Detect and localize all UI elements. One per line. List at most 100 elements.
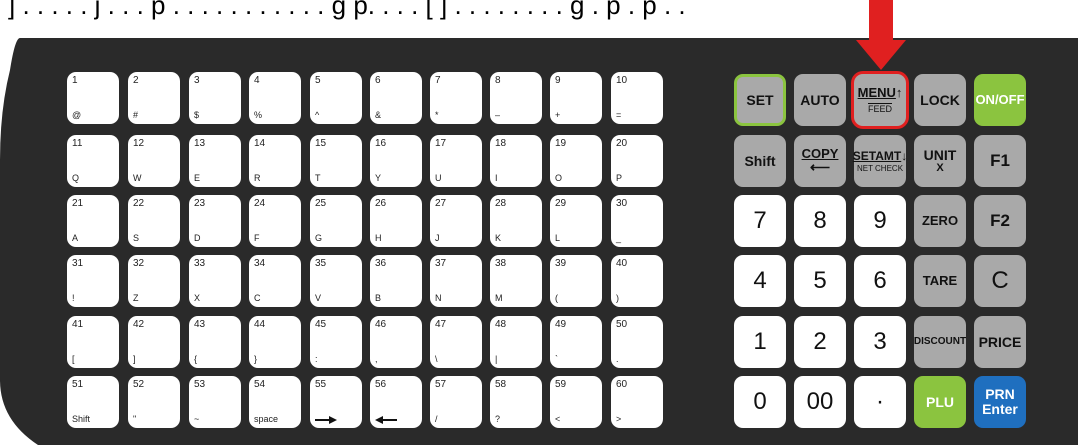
hotkey-12[interactable]: 12 W — [128, 135, 180, 187]
hotkey-17[interactable]: 17 U — [430, 135, 482, 187]
hotkey-number: 36 — [375, 258, 387, 269]
hotkey-31[interactable]: 31! — [67, 255, 119, 307]
hotkey-2[interactable]: 2 # — [128, 72, 180, 124]
tare-key[interactable]: TARE — [914, 255, 966, 307]
hotkey-59[interactable]: 59 < — [550, 376, 602, 428]
zero-key[interactable]: ZERO — [914, 195, 966, 247]
hotkey-16[interactable]: 16 Y — [370, 135, 422, 187]
hotkey-34[interactable]: 34 C — [249, 255, 301, 307]
hotkey-21[interactable]: 21 A — [67, 195, 119, 247]
numpad-key-0[interactable]: 0 — [734, 376, 786, 428]
hotkey-53[interactable]: 53 ~ — [189, 376, 241, 428]
hotkey-32[interactable]: 32 Z — [128, 255, 180, 307]
hotkey-3[interactable]: 3 $ — [189, 72, 241, 124]
hotkey-15[interactable]: 15 T — [310, 135, 362, 187]
hotkey-47[interactable]: 47 \ — [430, 316, 482, 368]
hotkey-35[interactable]: 35 V — [310, 255, 362, 307]
hotkey-23[interactable]: 23 D — [189, 195, 241, 247]
hotkey-40[interactable]: 40) — [611, 255, 663, 307]
hotkey-5[interactable]: 5 ^ — [310, 72, 362, 124]
hotkey-49[interactable]: 49 ` — [550, 316, 602, 368]
copy-key[interactable]: COPY ⟵ — [794, 135, 846, 187]
hotkey-42[interactable]: 42] — [128, 316, 180, 368]
hotkey-51[interactable]: 51 Shift — [67, 376, 119, 428]
hotkey-7[interactable]: 7 * — [430, 72, 482, 124]
numpad-key-4[interactable]: 4 — [734, 255, 786, 307]
hotkey-13[interactable]: 13 E — [189, 135, 241, 187]
f2-key[interactable]: F2 — [974, 195, 1026, 247]
hotkey-24[interactable]: 24 F — [249, 195, 301, 247]
hotkey-1[interactable]: 1 @ — [67, 72, 119, 124]
unit-key[interactable]: UNIT X — [914, 135, 966, 187]
hotkey-58[interactable]: 58? — [490, 376, 542, 428]
hotkey-44[interactable]: 44} — [249, 316, 301, 368]
hotkey-number: 31 — [72, 258, 84, 269]
numpad-key-9[interactable]: 9 — [854, 195, 906, 247]
setamt-key[interactable]: SETAMT↓ NET CHECK — [853, 135, 907, 187]
hotkey-48[interactable]: 48 | — [490, 316, 542, 368]
hotkey-46[interactable]: 46, — [370, 316, 422, 368]
hotkey-57[interactable]: 57 / — [430, 376, 482, 428]
hotkey-33[interactable]: 33 X — [189, 255, 241, 307]
hotkey-56[interactable]: 56 — [370, 376, 422, 428]
set-key[interactable]: SET — [734, 74, 786, 126]
hotkey-52[interactable]: 52 " — [128, 376, 180, 428]
hotkey-25[interactable]: 25 G — [310, 195, 362, 247]
hotkey-18[interactable]: 18 I — [490, 135, 542, 187]
hotkey-37[interactable]: 37 N — [430, 255, 482, 307]
lock-key[interactable]: LOCK — [914, 74, 966, 126]
hotkey-14[interactable]: 14 R — [249, 135, 301, 187]
numpad-key-decimal-point[interactable]: · — [854, 376, 906, 428]
print-enter-key[interactable]: PRN Enter — [974, 376, 1026, 428]
hotkey-36[interactable]: 36 B — [370, 255, 422, 307]
hotkey-20[interactable]: 20 P — [611, 135, 663, 187]
hotkey-11[interactable]: 11 Q — [67, 135, 119, 187]
hotkey-number: 41 — [72, 319, 84, 330]
numpad-key-00[interactable]: 00 — [794, 376, 846, 428]
hotkey-4[interactable]: 4% — [249, 72, 301, 124]
hotkey-38[interactable]: 38 M — [490, 255, 542, 307]
menu-feed-key[interactable]: MENU↑ FEED — [854, 74, 906, 126]
numpad-key-3[interactable]: 3 — [854, 316, 906, 368]
hotkey-54[interactable]: 54 space — [249, 376, 301, 428]
key-label: ON/OFF — [975, 92, 1025, 108]
hotkey-28[interactable]: 28 K — [490, 195, 542, 247]
hotkey-43[interactable]: 43 { — [189, 316, 241, 368]
key-label: 8 — [813, 207, 827, 235]
clear-key[interactable]: C — [974, 255, 1026, 307]
hotkey-26[interactable]: 26 H — [370, 195, 422, 247]
hotkey-27[interactable]: 27 J — [430, 195, 482, 247]
hotkey-50[interactable]: 50. — [611, 316, 663, 368]
key-label: F2 — [990, 211, 1010, 231]
key-label: PRN — [985, 386, 1015, 403]
f1-key[interactable]: F1 — [974, 135, 1026, 187]
hotkey-8[interactable]: 8– — [490, 72, 542, 124]
hotkey-number: 53 — [194, 379, 206, 390]
numpad-key-2[interactable]: 2 — [794, 316, 846, 368]
discount-key[interactable]: DISCOUNT — [914, 316, 966, 368]
hotkey-22[interactable]: 22 S — [128, 195, 180, 247]
hotkey-45[interactable]: 45: — [310, 316, 362, 368]
hotkey-10[interactable]: 10 = — [611, 72, 663, 124]
hotkey-alt-char: W — [133, 173, 142, 183]
hotkey-29[interactable]: 29 L — [550, 195, 602, 247]
hotkey-30[interactable]: 30 _ — [611, 195, 663, 247]
price-key[interactable]: PRICE — [974, 316, 1026, 368]
hotkey-55[interactable]: 55 — [310, 376, 362, 428]
numpad-key-1[interactable]: 1 — [734, 316, 786, 368]
numpad-key-5[interactable]: 5 — [794, 255, 846, 307]
hotkey-19[interactable]: 19 O — [550, 135, 602, 187]
hotkey-9[interactable]: 9 + — [550, 72, 602, 124]
hotkey-39[interactable]: 39 ( — [550, 255, 602, 307]
hotkey-60[interactable]: 60 > — [611, 376, 663, 428]
numpad-key-6[interactable]: 6 — [854, 255, 906, 307]
on-off-key[interactable]: ON/OFF — [974, 74, 1026, 126]
plu-key[interactable]: PLU — [914, 376, 966, 428]
shift-key[interactable]: Shift — [734, 135, 786, 187]
numpad-key-8[interactable]: 8 — [794, 195, 846, 247]
hotkey-41[interactable]: 41 [ — [67, 316, 119, 368]
hotkey-6[interactable]: 6 & — [370, 72, 422, 124]
auto-key[interactable]: AUTO — [794, 74, 846, 126]
hotkey-number: 11 — [72, 138, 83, 149]
numpad-key-7[interactable]: 7 — [734, 195, 786, 247]
